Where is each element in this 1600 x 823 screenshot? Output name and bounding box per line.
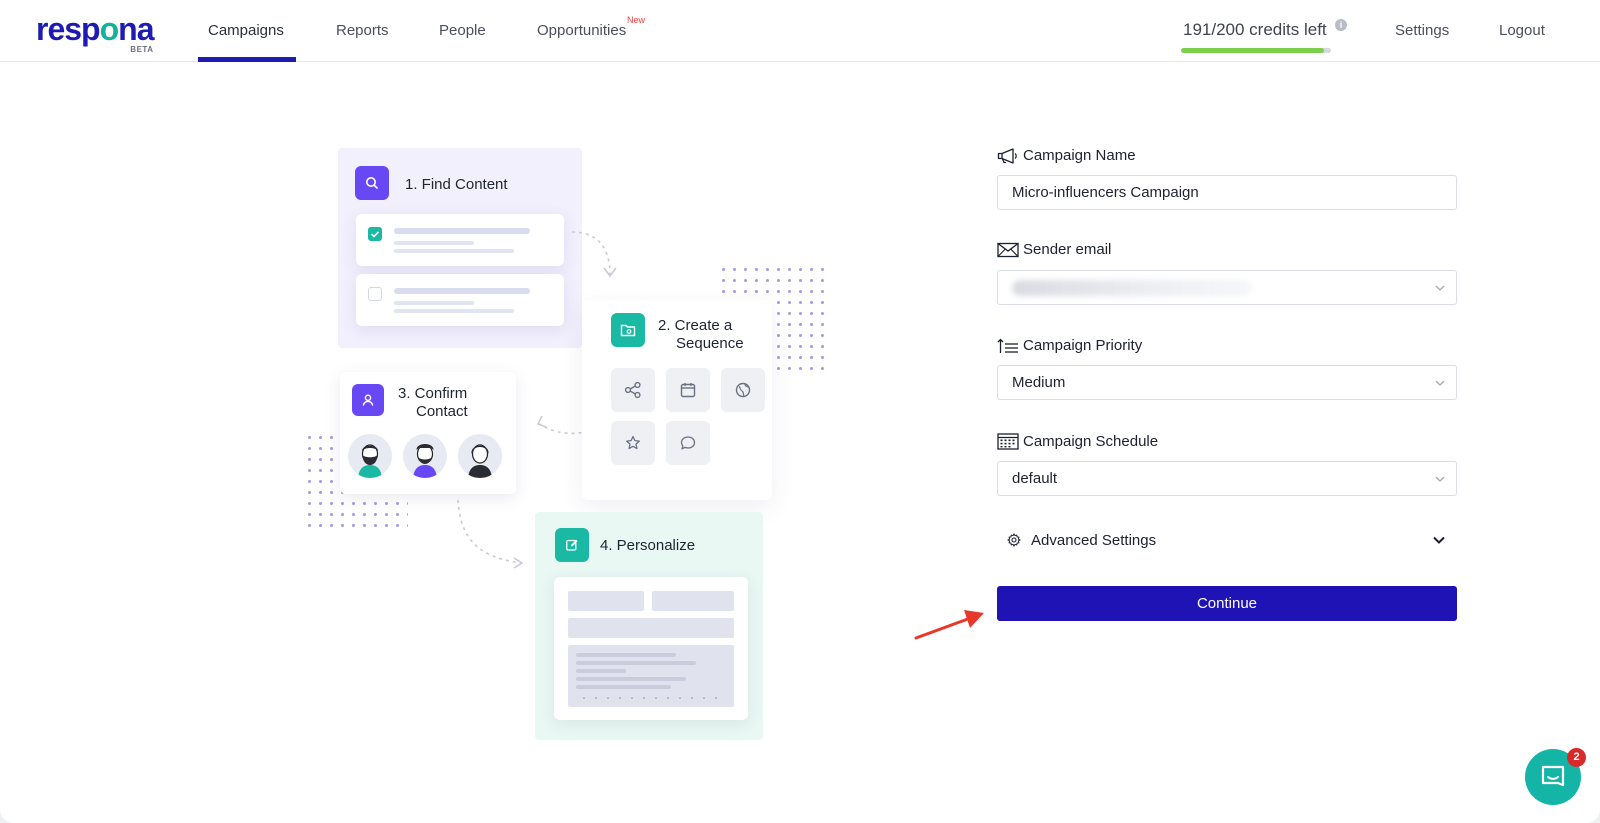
priority-sort-icon [997,338,1018,353]
campaign-priority-select[interactable]: Medium [997,365,1457,400]
campaign-name-input[interactable]: Micro-influencers Campaign [997,175,1457,210]
app-window: respona BETA Campaigns Reports People Op… [0,0,1600,823]
campaign-name-label: Campaign Name [997,147,1136,164]
red-arrow-annotation [914,610,984,640]
logo-wordmark: respona [36,11,154,47]
campaign-priority-label: Campaign Priority [997,337,1142,354]
contact-avatar [403,434,447,478]
gear-icon [1007,533,1021,547]
contact-avatar [348,434,392,478]
star-icon [611,421,655,465]
workflow-illustration: 1. Find Content 2. Create a Sequence 3. … [304,140,830,760]
unread-badge: 2 [1567,748,1586,767]
megaphone-icon [997,147,1017,164]
top-navbar: respona BETA Campaigns Reports People Op… [0,0,1600,62]
step-create-sequence-label: 2. Create a Sequence [658,317,744,352]
advanced-settings-label: Advanced Settings [1031,531,1157,549]
campaign-schedule-select[interactable]: default [997,461,1457,496]
contact-avatar [458,434,502,478]
credits-progress-bar [1181,48,1331,53]
nav-opportunities[interactable]: Opportunities [537,22,626,39]
email-template-card [554,577,748,720]
schedule-calendar-icon [997,433,1019,450]
blurred-email-value [1012,280,1252,296]
info-icon[interactable]: i [1335,19,1347,31]
advanced-settings-toggle[interactable]: Advanced Settings [1007,528,1447,552]
nav-reports[interactable]: Reports [336,22,389,39]
nav-settings[interactable]: Settings [1395,22,1449,39]
sender-email-select[interactable] [997,270,1457,305]
step-personalize-label: 4. Personalize [600,537,696,554]
calendar-icon [666,368,710,412]
nav-logout[interactable]: Logout [1499,22,1545,39]
globe-icon [721,368,765,412]
chat-bubble-icon [666,421,710,465]
folder-icon [611,313,645,347]
new-badge: New [627,15,646,25]
respona-logo[interactable]: respona BETA [36,11,154,54]
envelope-icon [997,242,1019,257]
nav-campaigns[interactable]: Campaigns [208,22,284,39]
share-icon [611,368,655,412]
chat-icon [1541,765,1565,787]
active-tab-indicator [198,57,296,62]
chevron-down-icon [1435,285,1445,291]
campaign-priority-value: Medium [1012,374,1066,391]
beta-badge: BETA [130,45,154,54]
chevron-down-icon [1433,536,1445,544]
credits-progress-fill [1181,48,1325,53]
campaign-schedule-label: Campaign Schedule [997,432,1158,450]
nav-people[interactable]: People [439,22,486,39]
sender-email-label: Sender email [997,241,1111,258]
user-icon [352,384,384,416]
chevron-down-icon [1435,380,1445,386]
edit-icon [555,528,589,562]
credits-counter: 191/200 credits left [1183,20,1327,39]
campaign-schedule-value: default [1012,470,1058,487]
chevron-down-icon [1435,476,1445,482]
step-confirm-contact-label: 3. Confirm Contact [398,385,468,420]
continue-button[interactable]: Continue [997,586,1457,621]
